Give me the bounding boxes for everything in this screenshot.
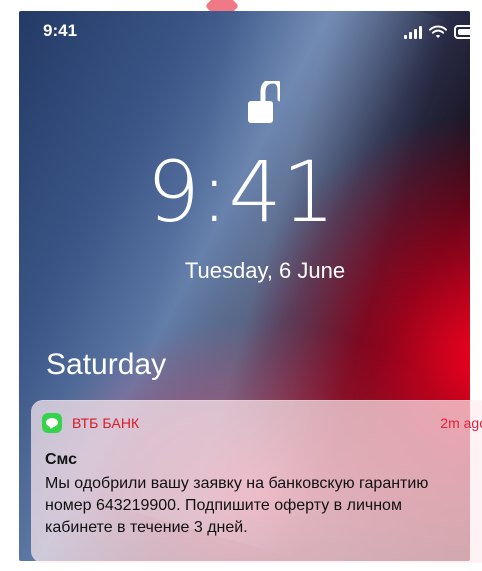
status-time: 9:41 xyxy=(43,21,78,40)
lock-screen-time: 9:41 xyxy=(146,143,336,241)
messages-icon xyxy=(42,413,62,433)
notification-section-title: Saturday xyxy=(46,348,167,381)
notification-time: 2m ago xyxy=(440,415,482,431)
notification-header: ВТБ БАНК 2m ago xyxy=(42,413,482,433)
battery-icon xyxy=(454,25,482,39)
unlocked-lock-icon xyxy=(248,81,280,123)
lock-screen-date: Tuesday, 6 June xyxy=(184,258,346,283)
notification-message: Мы одобрили вашу заявку на банковскую га… xyxy=(45,475,429,536)
notification-sender: Смс xyxy=(45,451,78,468)
signal-icon xyxy=(404,25,422,39)
screen-frame: 9:41 9:41 Tuesday, 6 June Saturday ВТБ Б… xyxy=(0,0,482,571)
wifi-icon xyxy=(429,25,447,38)
notification-app-name: ВТБ БАНК xyxy=(72,415,140,431)
status-icons xyxy=(404,25,482,39)
message-notification[interactable]: ВТБ БАНК 2m ago Смс Мы одобрили вашу зая… xyxy=(31,400,482,563)
